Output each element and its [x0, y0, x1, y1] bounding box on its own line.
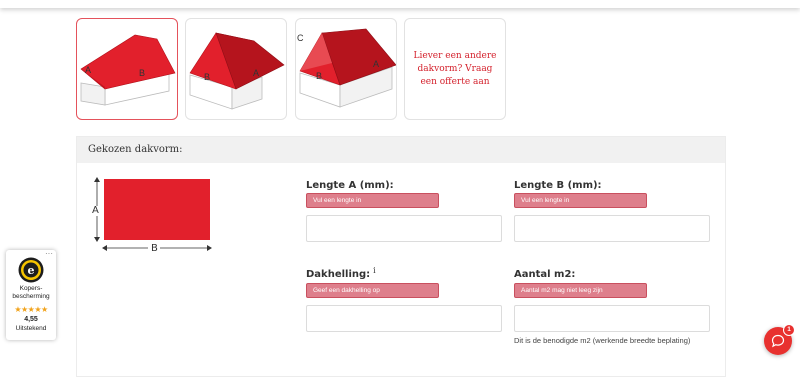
length-b-label: Lengte B (mm):	[514, 180, 602, 191]
trusted-shops-badge[interactable]: ··· e Kopers- bescherming ★★★★★ 4,55 Uit…	[6, 250, 56, 340]
panel-header: Gekozen dakvorm:	[77, 137, 725, 163]
gable-side-roof-illustration	[189, 32, 285, 110]
slope-label: Dakhelling: i	[306, 266, 376, 280]
length-b-input[interactable]	[514, 215, 710, 242]
top-header-shadow	[0, 0, 800, 8]
buyer-protection-line2: bescherming	[12, 293, 50, 300]
roof-label-b: B	[139, 68, 146, 78]
roof-option-gable-front[interactable]: A B	[76, 18, 178, 120]
area-error: Aantal m2 mag niet leeg zijn	[514, 283, 647, 298]
roof-surface-rect	[104, 179, 210, 240]
info-icon[interactable]: i	[373, 266, 376, 275]
buyer-protection-label: Kopers- bescherming	[6, 285, 56, 301]
diagram-label-a: A	[92, 205, 99, 216]
area-helper-text: Dit is de benodigde m2 (werkende breedte…	[514, 336, 691, 345]
roof-label-a: A	[373, 59, 380, 69]
slope-error: Geef een dakhelling op	[306, 283, 439, 298]
roof-option-hip[interactable]: C B A	[295, 18, 397, 120]
length-a-input[interactable]	[306, 215, 502, 242]
chat-bubble-icon	[771, 334, 785, 348]
length-b-error: Vul een lengte in	[514, 193, 647, 208]
gable-roof-illustration	[80, 34, 176, 106]
rating-word: Uitstekend	[15, 325, 47, 332]
hip-roof-illustration	[299, 28, 396, 108]
roof-label-b: B	[204, 72, 211, 82]
chat-notification-badge: 1	[783, 324, 795, 336]
request-quote-option[interactable]: Liever een andere dakvorm? Vraag een off…	[404, 18, 506, 120]
roof-label-c: C	[297, 33, 304, 43]
length-a-label: Lengte A (mm):	[306, 180, 394, 191]
roof-label-a: A	[253, 68, 260, 78]
diagram-label-b: B	[151, 243, 158, 254]
request-quote-link[interactable]: Liever een andere dakvorm? Vraag een off…	[405, 50, 505, 89]
area-label: Aantal m2:	[514, 269, 576, 280]
roof-option-gable-side[interactable]: B A	[185, 18, 287, 120]
rating-score: 4,55	[24, 316, 38, 323]
trustmark-seal-icon: e	[18, 257, 44, 283]
buyer-protection-line1: Kopers-	[19, 285, 43, 292]
roof-label-a: A	[85, 65, 92, 75]
slope-label-text: Dakhelling:	[306, 269, 371, 280]
roof-label-b: B	[316, 71, 323, 81]
badge-menu-icon[interactable]: ···	[45, 250, 53, 258]
slope-input[interactable]	[306, 305, 502, 332]
panel-title: Gekozen dakvorm:	[88, 144, 183, 155]
length-a-error: Vul een lengte in	[306, 193, 439, 208]
area-input[interactable]	[514, 305, 710, 332]
rating-stars: ★★★★★	[14, 305, 48, 314]
svg-text:e: e	[28, 264, 35, 277]
